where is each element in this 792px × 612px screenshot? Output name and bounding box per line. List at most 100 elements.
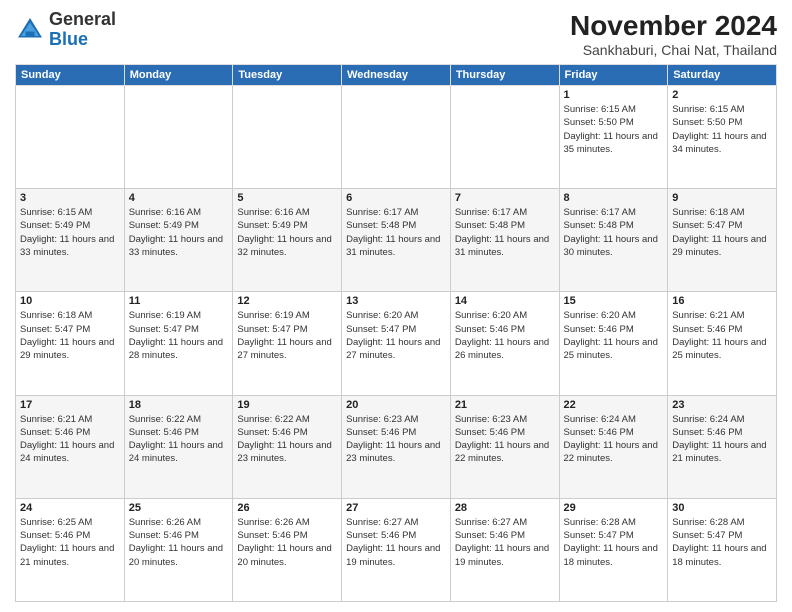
day-cell — [16, 86, 125, 189]
col-header-saturday: Saturday — [668, 65, 777, 86]
day-number: 26 — [237, 502, 337, 514]
day-info: Sunrise: 6:28 AM Sunset: 5:47 PM Dayligh… — [672, 516, 772, 569]
day-number: 21 — [455, 399, 555, 411]
day-number: 24 — [20, 502, 120, 514]
day-info: Sunrise: 6:27 AM Sunset: 5:46 PM Dayligh… — [455, 516, 555, 569]
day-cell: 4 Sunrise: 6:16 AM Sunset: 5:49 PM Daylig… — [124, 189, 233, 292]
day-cell — [450, 86, 559, 189]
day-info: Sunrise: 6:20 AM Sunset: 5:47 PM Dayligh… — [346, 309, 446, 362]
day-info: Sunrise: 6:15 AM Sunset: 5:50 PM Dayligh… — [672, 103, 772, 156]
day-info: Sunrise: 6:21 AM Sunset: 5:46 PM Dayligh… — [672, 309, 772, 362]
week-row-1: 3Sunrise: 6:15 AM Sunset: 5:49 PM Daylig… — [16, 189, 777, 292]
day-info: Sunrise: 6:23 AM Sunset: 5:46 PM Dayligh… — [346, 413, 446, 466]
day-info: Sunrise: 6:15 AM Sunset: 5:49 PM Dayligh… — [20, 206, 120, 259]
day-number: 22 — [564, 399, 664, 411]
day-number: 12 — [237, 295, 337, 307]
col-header-friday: Friday — [559, 65, 668, 86]
day-number: 13 — [346, 295, 446, 307]
day-cell: 17 Sunrise: 6:21 AM Sunset: 5:46 PM Dayli… — [16, 395, 125, 498]
day-info: Sunrise: 6:17 AM Sunset: 5:48 PM Dayligh… — [564, 206, 664, 259]
day-cell: 10Sunrise: 6:18 AM Sunset: 5:47 PM Dayli… — [16, 292, 125, 395]
day-cell: 13 Sunrise: 6:20 AM Sunset: 5:47 PM Dayli… — [342, 292, 451, 395]
day-number: 17 — [20, 399, 120, 411]
day-cell: 1Sunrise: 6:15 AM Sunset: 5:50 PM Daylig… — [559, 86, 668, 189]
subtitle: Sankhaburi, Chai Nat, Thailand — [570, 42, 777, 58]
day-info: Sunrise: 6:16 AM Sunset: 5:49 PM Dayligh… — [129, 206, 229, 259]
day-number: 5 — [237, 192, 337, 204]
day-cell: 5Sunrise: 6:16 AM Sunset: 5:49 PM Daylig… — [233, 189, 342, 292]
day-info: Sunrise: 6:25 AM Sunset: 5:46 PM Dayligh… — [20, 516, 120, 569]
day-cell: 19 Sunrise: 6:22 AM Sunset: 5:46 PM Dayli… — [233, 395, 342, 498]
day-info: Sunrise: 6:24 AM Sunset: 5:46 PM Dayligh… — [564, 413, 664, 466]
day-cell: 11Sunrise: 6:19 AM Sunset: 5:47 PM Dayli… — [124, 292, 233, 395]
day-number: 30 — [672, 502, 772, 514]
day-cell: 21 Sunrise: 6:23 AM Sunset: 5:46 PM Dayli… — [450, 395, 559, 498]
day-info: Sunrise: 6:19 AM Sunset: 5:47 PM Dayligh… — [237, 309, 337, 362]
day-cell: 8 Sunrise: 6:17 AM Sunset: 5:48 PM Daylig… — [559, 189, 668, 292]
day-info: Sunrise: 6:19 AM Sunset: 5:47 PM Dayligh… — [129, 309, 229, 362]
day-number: 6 — [346, 192, 446, 204]
month-title: November 2024 — [570, 10, 777, 42]
day-number: 25 — [129, 502, 229, 514]
logo-text: General Blue — [49, 10, 116, 50]
day-number: 4 — [129, 192, 229, 204]
day-cell: 6Sunrise: 6:17 AM Sunset: 5:48 PM Daylig… — [342, 189, 451, 292]
day-cell — [342, 86, 451, 189]
day-number: 23 — [672, 399, 772, 411]
day-info: Sunrise: 6:27 AM Sunset: 5:46 PM Dayligh… — [346, 516, 446, 569]
day-info: Sunrise: 6:22 AM Sunset: 5:46 PM Dayligh… — [237, 413, 337, 466]
day-info: Sunrise: 6:20 AM Sunset: 5:46 PM Dayligh… — [564, 309, 664, 362]
day-info: Sunrise: 6:22 AM Sunset: 5:46 PM Dayligh… — [129, 413, 229, 466]
day-number: 15 — [564, 295, 664, 307]
day-info: Sunrise: 6:20 AM Sunset: 5:46 PM Dayligh… — [455, 309, 555, 362]
header: General Blue November 2024 Sankhaburi, C… — [15, 10, 777, 58]
day-info: Sunrise: 6:28 AM Sunset: 5:47 PM Dayligh… — [564, 516, 664, 569]
day-cell: 29 Sunrise: 6:28 AM Sunset: 5:47 PM Dayli… — [559, 498, 668, 601]
day-cell — [233, 86, 342, 189]
day-cell: 16Sunrise: 6:21 AM Sunset: 5:46 PM Dayli… — [668, 292, 777, 395]
day-cell: 18Sunrise: 6:22 AM Sunset: 5:46 PM Dayli… — [124, 395, 233, 498]
week-row-0: 1Sunrise: 6:15 AM Sunset: 5:50 PM Daylig… — [16, 86, 777, 189]
day-cell: 3Sunrise: 6:15 AM Sunset: 5:49 PM Daylig… — [16, 189, 125, 292]
day-number: 10 — [20, 295, 120, 307]
day-info: Sunrise: 6:21 AM Sunset: 5:46 PM Dayligh… — [20, 413, 120, 466]
calendar: SundayMondayTuesdayWednesdayThursdayFrid… — [15, 64, 777, 602]
day-cell: 15 Sunrise: 6:20 AM Sunset: 5:46 PM Dayli… — [559, 292, 668, 395]
col-header-thursday: Thursday — [450, 65, 559, 86]
day-cell — [124, 86, 233, 189]
title-block: November 2024 Sankhaburi, Chai Nat, Thai… — [570, 10, 777, 58]
day-number: 20 — [346, 399, 446, 411]
day-number: 7 — [455, 192, 555, 204]
logo-icon — [15, 15, 45, 45]
day-cell: 9Sunrise: 6:18 AM Sunset: 5:47 PM Daylig… — [668, 189, 777, 292]
col-header-tuesday: Tuesday — [233, 65, 342, 86]
day-number: 2 — [672, 89, 772, 101]
day-cell: 22 Sunrise: 6:24 AM Sunset: 5:46 PM Dayli… — [559, 395, 668, 498]
day-cell: 27Sunrise: 6:27 AM Sunset: 5:46 PM Dayli… — [342, 498, 451, 601]
day-cell: 25 Sunrise: 6:26 AM Sunset: 5:46 PM Dayli… — [124, 498, 233, 601]
day-cell: 7Sunrise: 6:17 AM Sunset: 5:48 PM Daylig… — [450, 189, 559, 292]
day-info: Sunrise: 6:23 AM Sunset: 5:46 PM Dayligh… — [455, 413, 555, 466]
day-number: 14 — [455, 295, 555, 307]
day-cell: 12 Sunrise: 6:19 AM Sunset: 5:47 PM Dayli… — [233, 292, 342, 395]
day-cell: 2 Sunrise: 6:15 AM Sunset: 5:50 PM Daylig… — [668, 86, 777, 189]
day-info: Sunrise: 6:26 AM Sunset: 5:46 PM Dayligh… — [129, 516, 229, 569]
week-row-3: 17 Sunrise: 6:21 AM Sunset: 5:46 PM Dayli… — [16, 395, 777, 498]
day-info: Sunrise: 6:18 AM Sunset: 5:47 PM Dayligh… — [672, 206, 772, 259]
day-cell: 14 Sunrise: 6:20 AM Sunset: 5:46 PM Dayli… — [450, 292, 559, 395]
day-number: 29 — [564, 502, 664, 514]
day-info: Sunrise: 6:26 AM Sunset: 5:46 PM Dayligh… — [237, 516, 337, 569]
col-header-wednesday: Wednesday — [342, 65, 451, 86]
day-cell: 23 Sunrise: 6:24 AM Sunset: 5:46 PM Dayli… — [668, 395, 777, 498]
day-info: Sunrise: 6:24 AM Sunset: 5:46 PM Dayligh… — [672, 413, 772, 466]
logo-blue: Blue — [49, 29, 88, 49]
day-cell: 24 Sunrise: 6:25 AM Sunset: 5:46 PM Dayli… — [16, 498, 125, 601]
calendar-header-row: SundayMondayTuesdayWednesdayThursdayFrid… — [16, 65, 777, 86]
day-number: 8 — [564, 192, 664, 204]
page: General Blue November 2024 Sankhaburi, C… — [0, 0, 792, 612]
day-info: Sunrise: 6:15 AM Sunset: 5:50 PM Dayligh… — [564, 103, 664, 156]
day-number: 19 — [237, 399, 337, 411]
col-header-monday: Monday — [124, 65, 233, 86]
day-cell: 30 Sunrise: 6:28 AM Sunset: 5:47 PM Dayli… — [668, 498, 777, 601]
week-row-2: 10Sunrise: 6:18 AM Sunset: 5:47 PM Dayli… — [16, 292, 777, 395]
